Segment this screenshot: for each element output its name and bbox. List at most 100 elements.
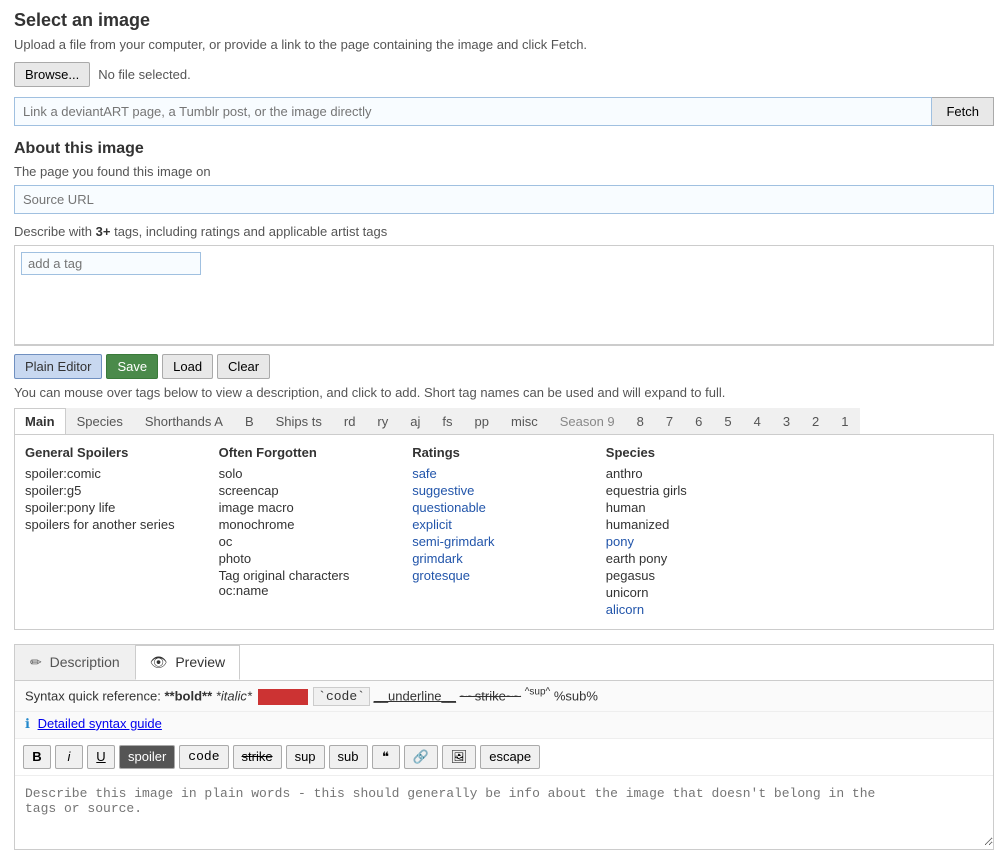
- quote-btn[interactable]: ❝: [372, 745, 400, 769]
- list-item[interactable]: safe: [412, 466, 596, 481]
- strike-btn[interactable]: strike: [233, 745, 282, 769]
- list-item[interactable]: grotesque: [412, 568, 596, 583]
- tab-main[interactable]: Main: [14, 408, 66, 434]
- load-button[interactable]: Load: [162, 354, 213, 379]
- detailed-syntax-link[interactable]: Detailed syntax guide: [38, 716, 162, 731]
- tags-panel: General Spoilers spoiler:comic spoiler:g…: [14, 435, 994, 630]
- url-input[interactable]: [14, 97, 932, 126]
- plain-editor-button[interactable]: Plain Editor: [14, 354, 102, 379]
- syntax-bold: **bold**: [164, 688, 212, 703]
- save-button[interactable]: Save: [106, 354, 158, 379]
- tab-b[interactable]: B: [234, 408, 265, 434]
- list-item[interactable]: alicorn: [606, 602, 790, 617]
- list-item[interactable]: photo: [219, 551, 403, 566]
- code-btn[interactable]: code: [179, 745, 228, 769]
- escape-btn[interactable]: escape: [480, 745, 540, 769]
- tab-fs[interactable]: fs: [431, 408, 463, 434]
- tag-tabs-row: Main Species Shorthands A B Ships ts rd …: [14, 408, 994, 435]
- list-item[interactable]: monochrome: [219, 517, 403, 532]
- spoiler-btn[interactable]: spoiler: [119, 745, 175, 769]
- tab-pp[interactable]: pp: [464, 408, 500, 434]
- italic-btn[interactable]: i: [55, 745, 83, 769]
- tab-species[interactable]: Species: [66, 408, 134, 434]
- about-title: About this image: [14, 140, 994, 158]
- tab-1[interactable]: 1: [830, 408, 859, 434]
- list-item[interactable]: grimdark: [412, 551, 596, 566]
- clear-button[interactable]: Clear: [217, 354, 270, 379]
- sup-btn[interactable]: sup: [286, 745, 325, 769]
- col-general-spoilers: General Spoilers spoiler:comic spoiler:g…: [25, 445, 209, 619]
- preview-tab-label: Preview: [175, 654, 225, 670]
- list-item[interactable]: pegasus: [606, 568, 790, 583]
- list-item[interactable]: semi-grimdark: [412, 534, 596, 549]
- link-btn[interactable]: 🔗: [404, 745, 438, 769]
- syntax-row: Syntax quick reference: **bold** *italic…: [15, 681, 993, 712]
- tag-area: [14, 245, 994, 345]
- eye-icon: 👁: [150, 654, 168, 670]
- col-general-spoilers-header: General Spoilers: [25, 445, 209, 460]
- tab-aj[interactable]: aj: [399, 408, 431, 434]
- tab-5[interactable]: 5: [713, 408, 742, 434]
- list-item[interactable]: Tag original characters oc:name: [219, 568, 403, 598]
- bold-btn[interactable]: B: [23, 745, 51, 769]
- image-btn[interactable]: 🖼: [442, 745, 477, 769]
- list-item[interactable]: questionable: [412, 500, 596, 515]
- tab-8[interactable]: 8: [626, 408, 655, 434]
- about-subtitle: The page you found this image on: [14, 164, 994, 179]
- pencil-icon: ✏: [30, 654, 42, 670]
- tab-ships-ts[interactable]: Ships ts: [265, 408, 333, 434]
- list-item[interactable]: anthro: [606, 466, 790, 481]
- col-often-forgotten-header: Often Forgotten: [219, 445, 403, 460]
- browse-button[interactable]: Browse...: [14, 62, 90, 87]
- col-species-header: Species: [606, 445, 790, 460]
- sub-btn[interactable]: sub: [329, 745, 368, 769]
- select-image-title: Select an image: [14, 10, 994, 31]
- tab-description[interactable]: ✏ Description: [15, 645, 135, 680]
- tab-season9[interactable]: Season 9: [549, 408, 626, 434]
- desc-tab-label: Description: [50, 654, 120, 670]
- fetch-button[interactable]: Fetch: [932, 97, 994, 126]
- syntax-sup: ^sup^: [525, 688, 551, 703]
- mouseover-hint: You can mouse over tags below to view a …: [14, 385, 994, 400]
- tab-4[interactable]: 4: [743, 408, 772, 434]
- list-item[interactable]: spoiler:g5: [25, 483, 209, 498]
- list-item[interactable]: suggestive: [412, 483, 596, 498]
- list-item[interactable]: explicit: [412, 517, 596, 532]
- tab-preview[interactable]: 👁 Preview: [135, 645, 240, 680]
- description-textarea[interactable]: [15, 776, 993, 846]
- tab-ry[interactable]: ry: [366, 408, 399, 434]
- syntax-strike: ~~strike~~: [460, 688, 521, 703]
- list-item[interactable]: oc: [219, 534, 403, 549]
- tag-input[interactable]: [21, 252, 201, 275]
- list-item[interactable]: equestria girls: [606, 483, 790, 498]
- col-ratings-header: Ratings: [412, 445, 596, 460]
- list-item[interactable]: spoilers for another series: [25, 517, 209, 532]
- syntax-italic: *italic*: [216, 688, 252, 703]
- tab-2[interactable]: 2: [801, 408, 830, 434]
- tab-shorthands-a[interactable]: Shorthands A: [134, 408, 234, 434]
- editor-toolbar: Plain Editor Save Load Clear: [14, 345, 994, 385]
- tab-7[interactable]: 7: [655, 408, 684, 434]
- underline-btn[interactable]: U: [87, 745, 115, 769]
- list-item[interactable]: unicorn: [606, 585, 790, 600]
- syntax-color-box: [258, 689, 308, 705]
- list-item[interactable]: earth pony: [606, 551, 790, 566]
- list-item[interactable]: spoiler:comic: [25, 466, 209, 481]
- tab-rd[interactable]: rd: [333, 408, 367, 434]
- list-item[interactable]: humanized: [606, 517, 790, 532]
- list-item[interactable]: image macro: [219, 500, 403, 515]
- list-item[interactable]: screencap: [219, 483, 403, 498]
- describe-text: Describe with 3+ tags, including ratings…: [14, 224, 994, 239]
- list-item[interactable]: human: [606, 500, 790, 515]
- desc-tabs-row: ✏ Description 👁 Preview: [15, 645, 993, 681]
- list-item[interactable]: spoiler:pony life: [25, 500, 209, 515]
- list-item[interactable]: solo: [219, 466, 403, 481]
- tab-6[interactable]: 6: [684, 408, 713, 434]
- tags-grid: General Spoilers spoiler:comic spoiler:g…: [25, 445, 983, 619]
- list-item[interactable]: pony: [606, 534, 790, 549]
- tab-misc[interactable]: misc: [500, 408, 549, 434]
- info-icon: ℹ: [25, 716, 30, 731]
- syntax-underline: __underline__: [374, 688, 456, 703]
- tab-3[interactable]: 3: [772, 408, 801, 434]
- source-url-input[interactable]: [14, 185, 994, 214]
